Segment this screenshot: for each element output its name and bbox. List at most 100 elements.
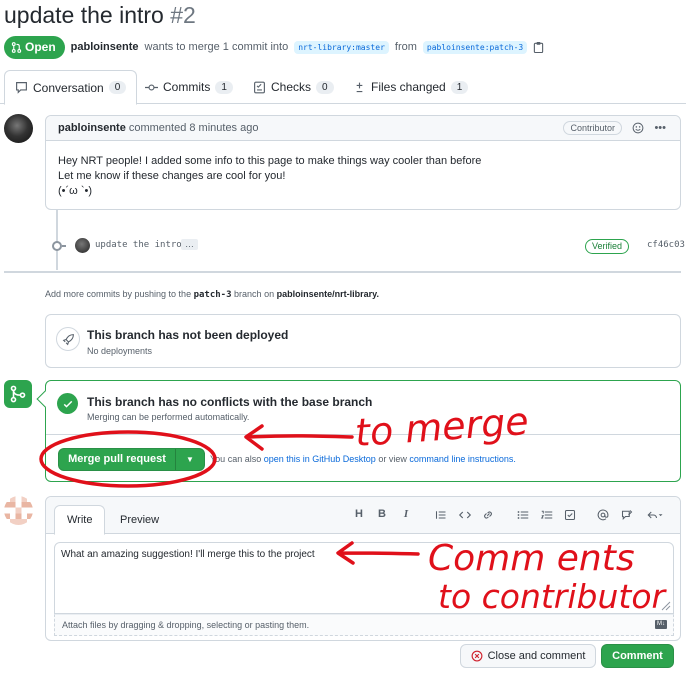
heading-icon[interactable]: H [352,508,366,520]
base-branch[interactable]: nrt-library:master [294,40,389,54]
contributor-badge: Contributor [563,121,622,135]
comment-text: What an amazing suggestion! I'll merge t… [61,549,315,560]
comment-meta[interactable]: commented 8 minutes ago [129,122,259,134]
commit-sha[interactable]: cf46c03 [647,240,685,250]
comment-line: Hey NRT people! I added some info to thi… [58,155,482,167]
link-icon[interactable] [481,509,495,521]
avatar[interactable] [4,114,33,143]
pr-summary: wants to merge 1 commit into [144,41,289,53]
kebab-icon[interactable]: ••• [654,123,666,134]
deployment-status-box: This branch has not been deployed No dep… [45,314,681,368]
tab-counter: 1 [215,80,233,94]
merge-status-box: This branch has no conflicts with the ba… [45,380,681,482]
merge-pull-request-button[interactable]: Merge pull request ▼ [58,448,205,471]
tab-counter: 0 [108,81,127,94]
comment-header: pabloinsente commented 8 minutes ago Con… [46,116,680,141]
comment-line: (•´ω `•) [58,185,92,197]
bold-icon[interactable]: B [375,508,389,520]
commit-message[interactable]: update the intro [95,240,182,250]
git-merge-icon [4,380,32,408]
resize-handle-icon[interactable] [661,601,671,611]
tab-preview[interactable]: Preview [108,505,171,535]
pull-request-icon [11,41,22,53]
close-and-comment-button[interactable]: Close and comment [460,644,596,668]
close-and-comment-label: Close and comment [487,650,586,662]
comment-author[interactable]: pabloinsente [58,122,126,134]
attach-files-area[interactable]: Attach files by dragging & dropping, sel… [54,614,674,636]
bulleted-list-icon[interactable] [516,509,530,521]
pr-title: update the intro #2 [4,2,196,29]
markdown-icon[interactable]: M↓ [655,620,667,629]
merge-title: This branch has no conflicts with the ba… [87,395,373,409]
numbered-list-icon[interactable] [540,509,554,521]
deploy-title: This branch has not been deployed [87,328,289,342]
quote-icon[interactable] [434,509,448,521]
mention-icon[interactable] [596,509,610,521]
tab-conversation[interactable]: Conversation 0 [4,70,138,105]
merge-divider [46,434,680,435]
tab-commits[interactable]: Commits 1 [145,70,233,104]
verified-badge[interactable]: Verified [585,239,630,254]
commit-connector [62,245,66,247]
copy-icon[interactable] [533,41,544,53]
commit-icon [145,83,158,91]
add-more-repo[interactable]: pabloinsente/nrt-library. [277,289,379,299]
tab-label: Commits [163,80,211,94]
pr-author-link[interactable]: pabloinsente [71,41,139,53]
pr-subline: Open pabloinsente wants to merge 1 commi… [4,35,544,59]
tab-counter: 0 [316,80,334,94]
comment-textarea[interactable]: What an amazing suggestion! I'll merge t… [54,542,674,614]
merge-hint: You can also open this in GitHub Desktop… [210,454,516,464]
merge-subtitle: Merging can be performed automatically. [87,412,250,422]
checklist-icon [254,81,265,93]
pr-number: #2 [170,2,196,28]
state-label: Open [25,40,56,54]
comment-card: pabloinsente commented 8 minutes ago Con… [45,115,681,210]
italic-icon[interactable]: I [399,508,413,520]
pr-title-text: update the intro [4,2,164,28]
code-icon[interactable] [458,509,472,521]
pr-tabs: Conversation 0 Commits 1 Checks 0 Files … [0,70,686,105]
tab-counter: 1 [450,80,469,94]
task-list-icon[interactable] [563,509,577,521]
add-more-middle: branch on [234,289,275,299]
tab-label: Conversation [33,80,104,95]
merge-button-label: Merge pull request [59,449,176,470]
add-more-prefix: Add more commits by pushing to the [45,289,192,299]
comment-submit-button[interactable]: Comment [601,644,674,668]
editor-header: Write Preview H B I [46,497,680,535]
tab-label: Files changed [371,80,446,94]
comment-editor: Write Preview H B I What an amazing sugg… [45,496,681,641]
check-icon [57,393,78,414]
comment-icon [16,82,27,94]
commit-avatar[interactable] [75,238,90,253]
tab-checks[interactable]: Checks 0 [253,70,334,104]
merge-hint-middle: or view [378,454,407,464]
timeline-divider [4,271,681,273]
add-more-branch: patch-3 [193,290,232,300]
open-in-desktop-link[interactable]: open this in GitHub Desktop [264,454,376,464]
merge-hint-prefix: You can also [210,454,262,464]
tab-write[interactable]: Write [54,505,106,535]
current-user-avatar[interactable] [4,496,33,525]
attach-hint: Attach files by dragging & dropping, sel… [62,620,310,630]
commit-row: update the intro … Verified cf46c03 [52,236,685,256]
tab-label: Checks [271,80,312,94]
smiley-icon[interactable] [632,122,644,134]
close-issue-icon [471,650,483,662]
reply-dropdown-icon[interactable] [644,509,666,521]
cross-reference-icon[interactable] [620,509,634,521]
merge-options-caret-icon[interactable]: ▼ [176,455,204,464]
commit-dot-icon [52,241,62,251]
head-branch[interactable]: pabloinsente:patch-3 [422,40,528,54]
comment-body: Hey NRT people! I added some info to thi… [46,141,680,199]
add-more-commits-note: Add more commits by pushing to the patch… [45,289,379,300]
deploy-subtitle: No deployments [87,346,153,356]
comment-line: Let me know if these changes are cool fo… [58,170,286,182]
tab-files-changed[interactable]: Files changed 1 [353,70,469,104]
rocket-icon [56,327,80,351]
command-line-instructions-link[interactable]: command line instructions. [409,454,516,464]
diff-icon [356,82,363,92]
expand-commit-button[interactable]: … [181,239,198,250]
state-badge: Open [4,35,65,59]
